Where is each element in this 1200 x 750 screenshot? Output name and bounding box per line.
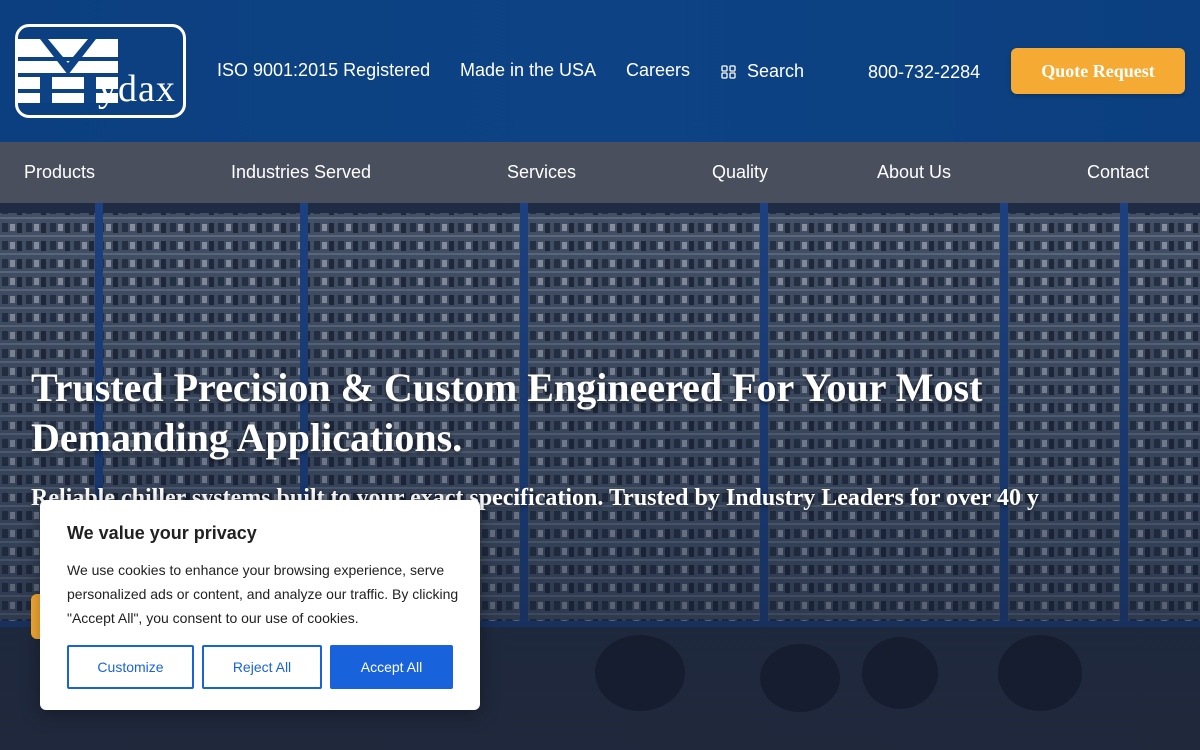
careers-link[interactable]: Careers bbox=[626, 60, 690, 81]
nav-item-industries-served[interactable]: Industries Served bbox=[231, 162, 371, 183]
quote-request-button[interactable]: Quote Request bbox=[1011, 48, 1185, 94]
nav-item-about-us[interactable]: About Us bbox=[877, 162, 951, 183]
cookie-consent-banner: We value your privacy We use cookies to … bbox=[40, 500, 480, 710]
grid-search-icon bbox=[721, 64, 736, 79]
main-nav: Products Industries Served Services Qual… bbox=[0, 142, 1200, 203]
nav-item-products[interactable]: Products bbox=[24, 162, 95, 183]
made-in-usa-link[interactable]: Made in the USA bbox=[460, 60, 596, 81]
top-header: ydax ISO 9001:2015 Registered Made in th… bbox=[0, 0, 1200, 142]
customize-button[interactable]: Customize bbox=[67, 645, 194, 689]
hero-title: Trusted Precision & Custom Engineered Fo… bbox=[31, 365, 983, 460]
logo-wordmark: ydax bbox=[98, 68, 176, 110]
nav-item-quality[interactable]: Quality bbox=[712, 162, 768, 183]
search-label: Search bbox=[747, 61, 805, 81]
nav-item-contact[interactable]: Contact bbox=[1087, 162, 1149, 183]
accept-all-button[interactable]: Accept All bbox=[330, 645, 453, 689]
cookie-title: We value your privacy bbox=[67, 523, 257, 543]
iso-link[interactable]: ISO 9001:2015 Registered bbox=[217, 60, 430, 81]
search-button[interactable]: Search bbox=[721, 61, 804, 82]
reject-all-button[interactable]: Reject All bbox=[202, 645, 322, 689]
phone-number[interactable]: 800-732-2284 bbox=[868, 62, 980, 83]
mydax-logo[interactable]: ydax bbox=[15, 24, 186, 118]
nav-item-services[interactable]: Services bbox=[507, 162, 576, 183]
cookie-description: We use cookies to enhance your browsing … bbox=[67, 562, 459, 626]
